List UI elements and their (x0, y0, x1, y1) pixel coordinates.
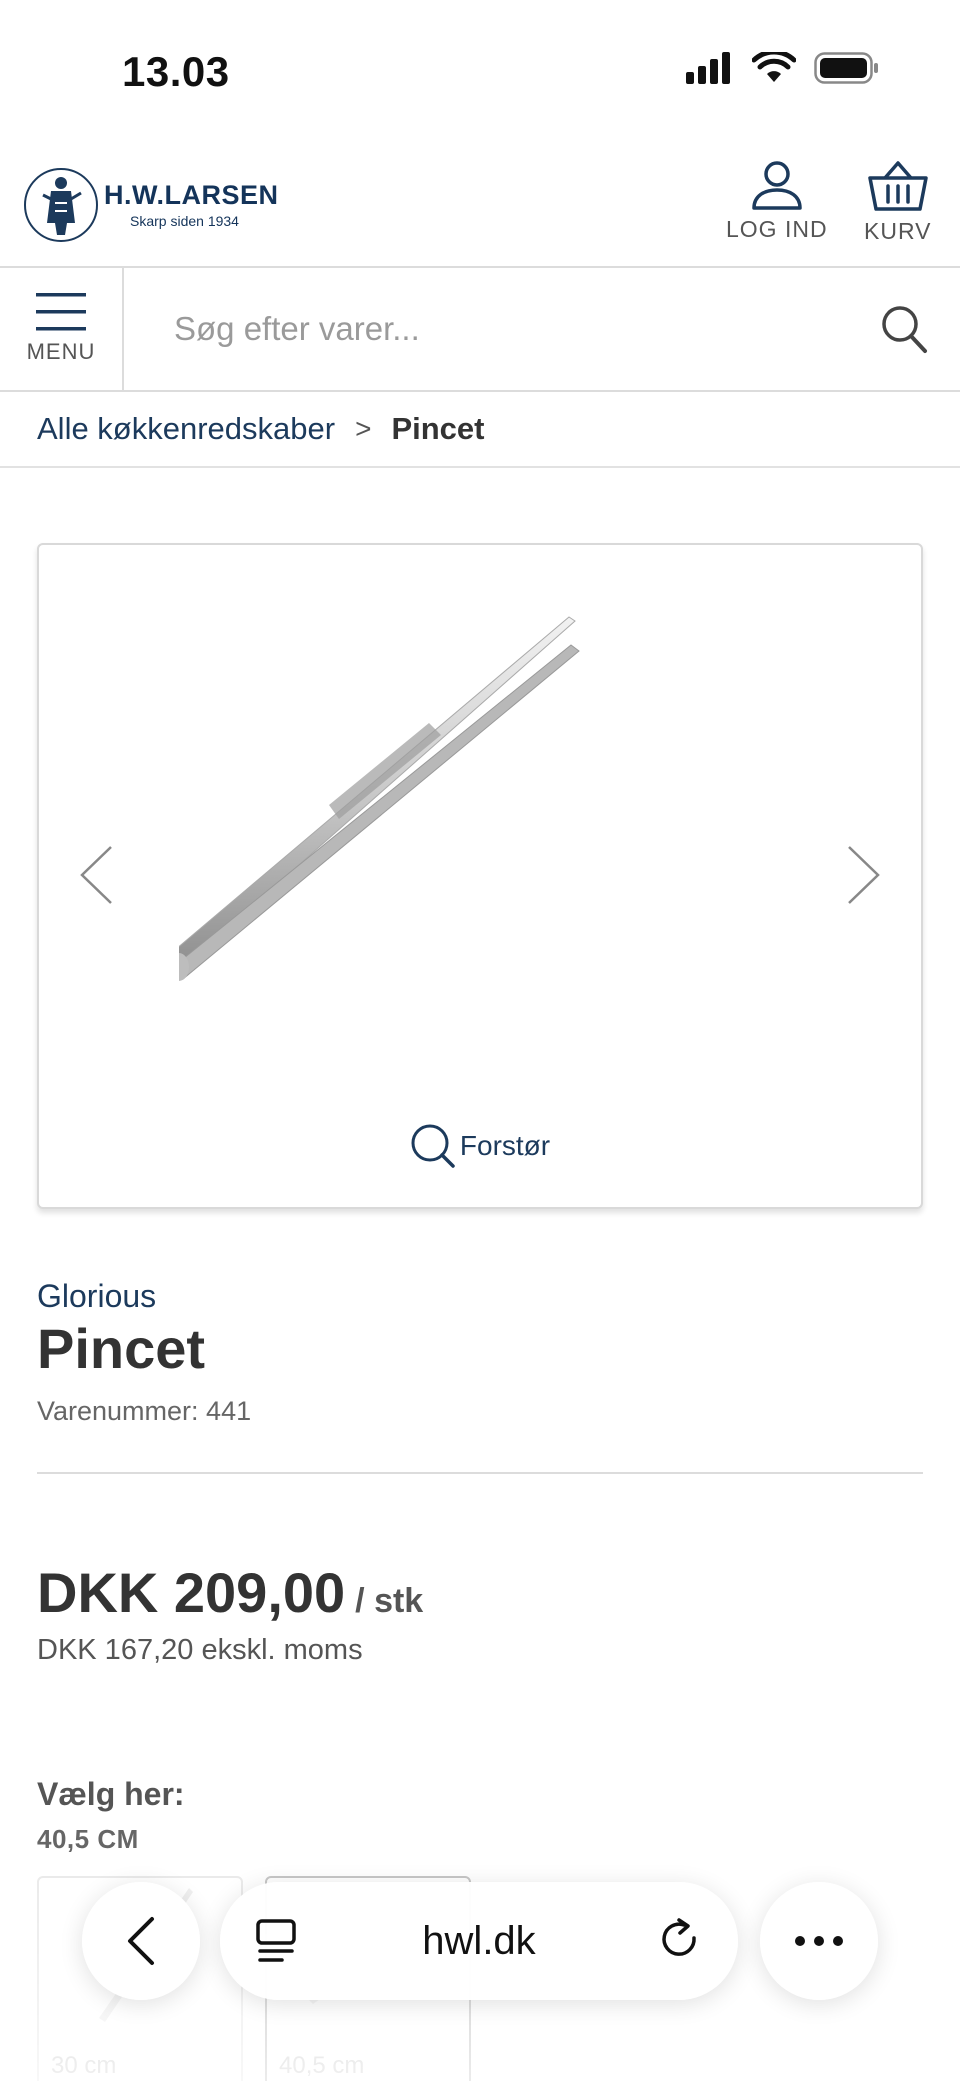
product-price: DKK 209,00 (37, 1561, 346, 1624)
gallery-next-button[interactable] (847, 845, 881, 910)
site-header: H.W.LARSEN Skarp siden 1934 LOG IND KURV (0, 140, 960, 268)
chevron-left-icon (80, 846, 112, 904)
variant-label: 30 cm (51, 2052, 117, 2079)
search-input[interactable] (174, 300, 834, 358)
browser-more-button[interactable] (760, 1882, 878, 2000)
status-bar: 13.03 (0, 0, 960, 140)
login-label: LOG IND (726, 216, 828, 242)
signal-icon (686, 52, 730, 84)
selected-variant: 40,5 CM (37, 1824, 139, 1854)
breadcrumb-parent-link[interactable]: Alle køkkenredskaber (37, 411, 335, 447)
breadcrumb: Alle køkkenredskaber > Pincet (0, 392, 960, 468)
user-icon (752, 161, 802, 210)
browser-address-bar[interactable]: hwl.dk (220, 1882, 738, 2000)
ellipsis-icon (795, 1936, 843, 1946)
price-ex-vat: DKK 167,20 ekskl. moms (37, 1634, 363, 1666)
price-row: DKK 209,00 / stk (37, 1560, 423, 1625)
divider (37, 1472, 923, 1474)
magnifier-icon (411, 1124, 455, 1168)
menu-label: MENU (26, 339, 96, 364)
cart-button[interactable]: KURV (864, 160, 932, 245)
logo-tagline: Skarp siden 1934 (130, 212, 239, 229)
cart-label: KURV (864, 218, 932, 244)
basket-icon (868, 161, 928, 211)
wifi-icon (752, 52, 796, 82)
search-bar: MENU (0, 268, 960, 392)
product-sku: Varenummer: 441 (37, 1396, 252, 1426)
variant-label: 40,5 cm (279, 2052, 365, 2079)
menu-button[interactable]: MENU (0, 268, 124, 390)
logo-name: H.W.LARSEN (104, 179, 279, 210)
price-unit: / stk (355, 1582, 424, 1620)
search-button[interactable] (880, 304, 928, 359)
browser-back-button[interactable] (82, 1882, 200, 2000)
browser-url: hwl.dk (422, 1918, 536, 1963)
logo-seal-icon (24, 168, 98, 242)
product-title: Pincet (37, 1317, 206, 1380)
breadcrumb-separator: > (355, 413, 372, 444)
login-button[interactable]: LOG IND (726, 160, 828, 243)
battery-icon (814, 52, 878, 84)
search-icon (882, 306, 927, 353)
chevron-left-icon (128, 1917, 154, 1965)
gallery-prev-button[interactable] (79, 845, 113, 910)
variant-choose-label: Vælg her: (37, 1776, 185, 1812)
breadcrumb-current: Pincet (391, 411, 485, 446)
site-logo[interactable]: H.W.LARSEN Skarp siden 1934 (24, 168, 279, 242)
zoom-label: Forstør (459, 1130, 551, 1161)
status-icons (684, 52, 880, 84)
tab-format-icon[interactable] (256, 1919, 298, 1963)
hamburger-icon (36, 293, 86, 331)
product-brand-link[interactable]: Glorious (37, 1278, 156, 1315)
chevron-right-icon (848, 846, 880, 904)
product-gallery: Forstør (37, 543, 923, 1209)
status-time: 13.03 (122, 48, 230, 95)
reload-icon[interactable] (660, 1918, 702, 1964)
zoom-button[interactable]: Forstør (39, 1123, 921, 1169)
product-image[interactable] (179, 615, 779, 1015)
